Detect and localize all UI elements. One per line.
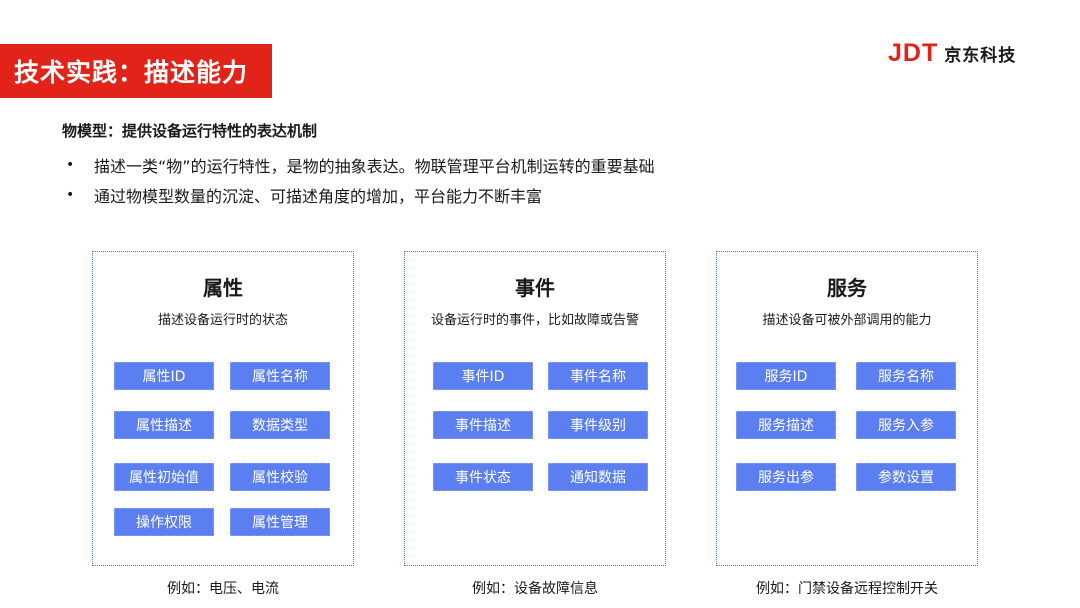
tag-service-id: 服务ID	[736, 362, 836, 390]
tag-permission: 操作权限	[114, 508, 214, 536]
bullet-text: 描述一类“物”的运行特性，是物的抽象表达。物联管理平台机制运转的重要基础	[94, 157, 655, 176]
tag-service-input: 服务入参	[856, 411, 956, 439]
card-title: 属性	[203, 276, 243, 300]
tag-property-initial: 属性初始值	[114, 463, 214, 491]
property-example: 例如：电压、电流	[167, 581, 279, 597]
page-title: 技术实践：描述能力	[0, 44, 272, 98]
logo-mark: JDT	[888, 38, 939, 67]
bullet-item: • 描述一类“物”的运行特性，是物的抽象表达。物联管理平台机制运转的重要基础	[62, 150, 655, 180]
tag-property-desc: 属性描述	[114, 411, 214, 439]
tag-notify-data: 通知数据	[548, 463, 648, 491]
tag-property-manage: 属性管理	[230, 508, 330, 536]
bullet-dot: •	[66, 157, 75, 173]
card-description: 描述设备可被外部调用的能力	[762, 313, 932, 328]
tag-event-name: 事件名称	[548, 362, 648, 390]
event-card: 事件 设备运行时的事件，比如故障或告警 事件ID 事件名称 事件描述 事件级别 …	[404, 251, 666, 566]
bullet-text: 通过物模型数量的沉淀、可描述角度的增加，平台能力不断丰富	[94, 187, 543, 206]
tag-service-output: 服务出参	[736, 463, 836, 491]
intro-subtitle: 物模型：提供设备运行特性的表达机制	[62, 122, 318, 140]
tag-property-id: 属性ID	[114, 362, 214, 390]
service-card: 服务 描述设备可被外部调用的能力 服务ID 服务名称 服务描述 服务入参 服务出…	[716, 251, 978, 566]
card-title: 服务	[827, 276, 867, 300]
card-title: 事件	[515, 276, 555, 300]
service-example: 例如：门禁设备远程控制开关	[756, 581, 938, 597]
tag-property-name: 属性名称	[230, 362, 330, 390]
intro-bullets: • 描述一类“物”的运行特性，是物的抽象表达。物联管理平台机制运转的重要基础 •…	[62, 150, 655, 210]
event-example: 例如：设备故障信息	[472, 581, 598, 597]
tag-event-level: 事件级别	[548, 411, 648, 439]
tag-service-name: 服务名称	[856, 362, 956, 390]
card-description: 描述设备运行时的状态	[157, 313, 288, 328]
card-description: 设备运行时的事件，比如故障或告警	[430, 313, 639, 328]
bullet-item: • 通过物模型数量的沉淀、可描述角度的增加，平台能力不断丰富	[62, 180, 655, 210]
tag-event-id: 事件ID	[433, 362, 533, 390]
bullet-dot: •	[66, 187, 75, 203]
tag-service-desc: 服务描述	[736, 411, 836, 439]
tag-event-desc: 事件描述	[433, 411, 533, 439]
tag-event-status: 事件状态	[433, 463, 533, 491]
logo-text: 京东科技	[944, 45, 1017, 66]
tag-property-validation: 属性校验	[230, 463, 330, 491]
jdt-logo: JDT 京东科技	[888, 38, 1016, 68]
tag-param-settings: 参数设置	[856, 463, 956, 491]
tag-data-type: 数据类型	[230, 411, 330, 439]
property-card: 属性 描述设备运行时的状态 属性ID 属性名称 属性描述 数据类型 属性初始值 …	[92, 251, 354, 566]
